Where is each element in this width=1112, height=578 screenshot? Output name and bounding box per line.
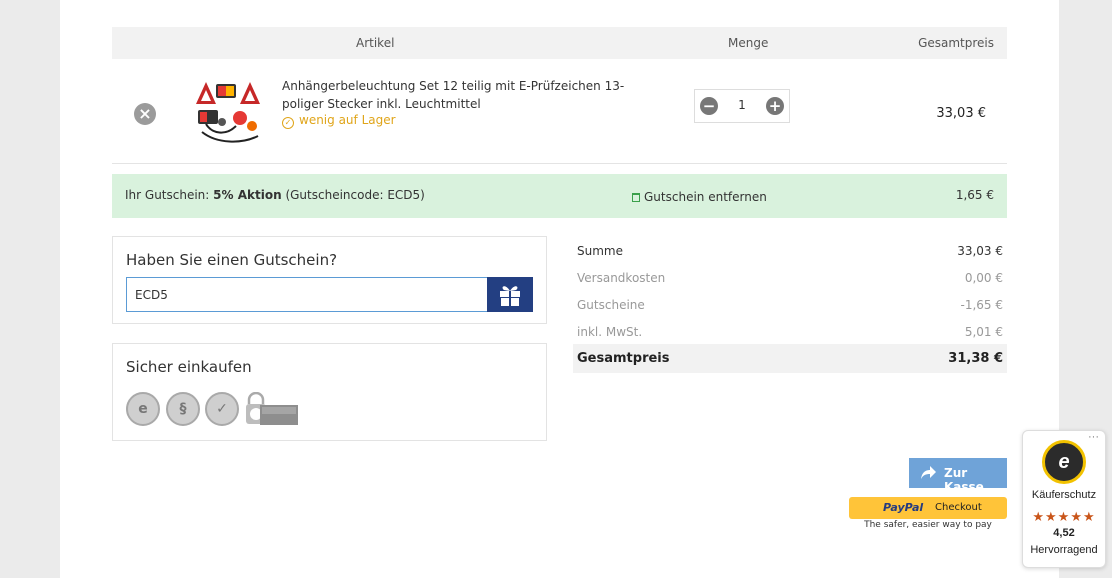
row-divider bbox=[112, 163, 1007, 164]
summary-value: 33,03 € bbox=[957, 244, 1003, 258]
secure-shopping-box: Sicher einkaufen e § ✓ bbox=[112, 343, 547, 441]
summary-label: Versandkosten bbox=[577, 271, 666, 285]
header-total: Gesamtpreis bbox=[918, 36, 994, 50]
summary-row-vouchers: Gutscheine -1,65 € bbox=[573, 291, 1007, 318]
product-image bbox=[192, 74, 266, 148]
summary-total-label: Gesamtpreis bbox=[577, 351, 670, 366]
trusted-shops-badge-icon: e bbox=[126, 392, 160, 426]
summary-value: 5,01 € bbox=[964, 325, 1003, 339]
verified-badge-icon: ✓ bbox=[205, 392, 239, 426]
remove-voucher-button[interactable]: Gutschein entfernen bbox=[632, 190, 767, 204]
summary-row-vat: inkl. MwSt. 5,01 € bbox=[573, 318, 1007, 345]
paypal-tagline: The safer, easier way to pay bbox=[864, 520, 992, 530]
summary-label: Summe bbox=[577, 244, 623, 258]
cart-page: Artikel Menge Gesamtpreis × Anhängerbele… bbox=[60, 0, 1059, 578]
paypal-checkout-button[interactable]: PayPal Checkout bbox=[849, 497, 1007, 519]
paypal-logo: PayPal bbox=[883, 501, 924, 514]
summary-total-value: 31,38 € bbox=[948, 351, 1003, 366]
applied-voucher-bar: Ihr Gutschein: 5% Aktion (Gutscheincode:… bbox=[112, 174, 1007, 218]
header-quantity: Menge bbox=[728, 36, 769, 50]
quantity-stepper: − 1 + bbox=[694, 89, 790, 123]
voucher-code: (Gutscheincode: ECD5) bbox=[285, 188, 425, 202]
trusted-shops-seal-icon: e bbox=[1042, 440, 1086, 484]
summary-label: inkl. MwSt. bbox=[577, 325, 643, 339]
paypal-label: Checkout bbox=[935, 502, 982, 513]
remove-voucher-label: Gutschein entfernen bbox=[644, 190, 767, 204]
voucher-info: Ihr Gutschein: 5% Aktion (Gutscheincode:… bbox=[125, 188, 425, 202]
share-arrow-icon bbox=[921, 466, 936, 479]
voucher-amount: 1,65 € bbox=[955, 188, 994, 202]
summary-value: 0,00 € bbox=[964, 271, 1003, 285]
product-name[interactable]: Anhängerbeleuchtung Set 12 teilig mit E-… bbox=[282, 77, 642, 113]
voucher-prefix: Ihr Gutschein: bbox=[125, 188, 210, 202]
summary-value: -1,65 € bbox=[960, 298, 1004, 312]
quantity-value[interactable]: 1 bbox=[725, 98, 759, 112]
redeem-voucher-button[interactable] bbox=[487, 277, 533, 312]
trusted-shops-widget[interactable]: ··· e Käuferschutz ★★★★★ 4,52 Hervorrage… bbox=[1022, 430, 1106, 568]
buyer-protection-label: Käuferschutz bbox=[1031, 489, 1097, 501]
gift-icon bbox=[500, 286, 520, 306]
header-article: Artikel bbox=[356, 36, 395, 50]
voucher-box-title: Haben Sie einen Gutschein? bbox=[126, 251, 338, 269]
rating-text: Hervorragend bbox=[1030, 544, 1098, 556]
summary-row-subtotal: Summe 33,03 € bbox=[573, 237, 1007, 264]
voucher-code-input[interactable] bbox=[126, 277, 488, 312]
remove-item-button[interactable]: × bbox=[134, 103, 156, 125]
check-circle-icon: ✓ bbox=[282, 117, 294, 129]
checkout-button[interactable]: Zur Kasse bbox=[909, 458, 1007, 494]
summary-row-shipping: Versandkosten 0,00 € bbox=[573, 264, 1007, 291]
line-total: 33,03 € bbox=[936, 106, 986, 121]
rating-value: 4,52 bbox=[1053, 527, 1075, 539]
voucher-box: Haben Sie einen Gutschein? bbox=[112, 236, 547, 324]
secure-shopping-title: Sicher einkaufen bbox=[126, 358, 252, 376]
quantity-increase-button[interactable]: + bbox=[766, 97, 784, 115]
cart-table-header: Artikel Menge Gesamtpreis bbox=[112, 27, 1007, 59]
summary-label: Gutscheine bbox=[577, 298, 645, 312]
checkout-label: Zur Kasse bbox=[944, 466, 984, 494]
trash-icon bbox=[632, 193, 640, 202]
more-options-icon[interactable]: ··· bbox=[1088, 431, 1099, 443]
voucher-name: 5% Aktion bbox=[213, 188, 282, 202]
comodo-secure-icon bbox=[244, 391, 298, 426]
rating-stars: ★★★★★ bbox=[1032, 509, 1096, 524]
summary-row-total: Gesamtpreis 31,38 € bbox=[573, 344, 1007, 373]
legal-badge-icon: § bbox=[166, 392, 200, 426]
quantity-decrease-button[interactable]: − bbox=[700, 97, 718, 115]
stock-status: ✓ wenig auf Lager bbox=[282, 113, 396, 129]
stock-label: wenig auf Lager bbox=[299, 113, 396, 127]
